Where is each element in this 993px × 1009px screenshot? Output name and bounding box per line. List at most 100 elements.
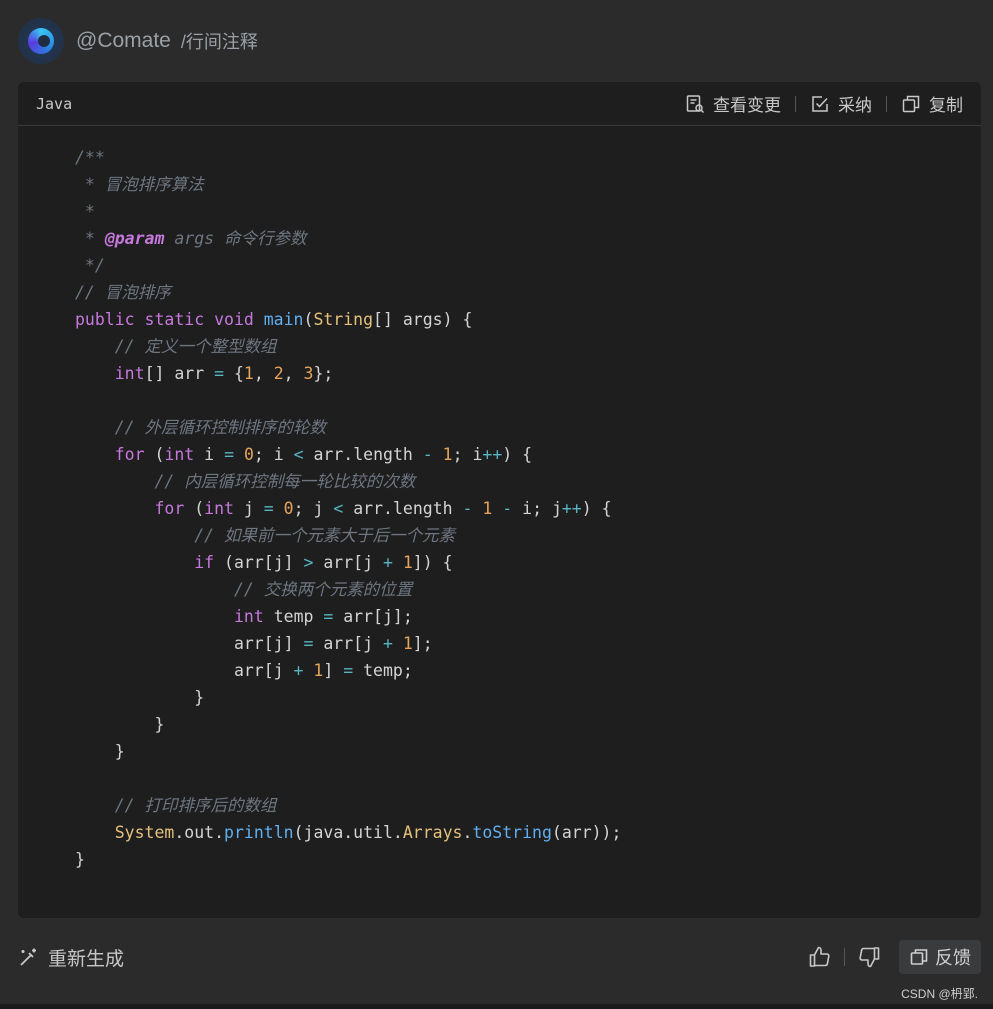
code-line: * @param args 命令行参数 [75,225,621,252]
code-token: @param [104,229,165,248]
code-token: /** [75,148,105,167]
code-token: } [75,850,85,869]
dislike-button[interactable] [857,945,881,969]
code-token: 1 [402,634,413,653]
view-changes-label: 查看变更 [713,96,781,115]
code-token: 3 [303,364,314,383]
code-line: } [75,738,621,765]
code-line: public static void main(String[] args) { [75,306,621,333]
code-token: // 交换两个元素的位置 [75,580,413,599]
code-token: = [224,445,234,464]
copy-button[interactable]: 复制 [901,91,963,116]
code-line: arr[j + 1] = temp; [75,657,621,684]
code-token: ++ [482,445,503,464]
code-token: i; j [512,499,562,518]
code-token: arr[j] [75,634,304,653]
code-token: toString [472,823,552,842]
code-line: // 冒泡排序 [75,279,621,306]
code-token: * 冒泡排序算法 [75,175,204,194]
code-token: public static void [75,310,264,329]
code-token: ( [144,445,165,464]
code-token: (java.util. [293,823,403,842]
accept-button[interactable]: 采纳 [810,91,872,116]
like-button[interactable] [808,945,832,969]
code-token: 1 [442,445,453,464]
code-token: arr[j]; [333,607,413,626]
code-token: = [303,634,314,653]
code-token: - [502,499,513,518]
code-token: = [323,607,334,626]
code-token: 1 [482,499,493,518]
code-token: // 外层循环控制排序的轮数 [75,418,327,437]
code-token: ++ [561,499,582,518]
code-card-header: Java 查看变更 采纳 复制 [18,82,981,126]
code-token: // 打印排序后的数组 [75,796,277,815]
view-changes-button[interactable]: 查看变更 [685,91,781,116]
code-token: }; [313,364,334,383]
code-token: , [253,364,274,383]
code-token: [] arr [144,364,215,383]
code-token: 0 [283,499,294,518]
code-token: 2 [273,364,284,383]
code-token: + [382,634,393,653]
code-token: for [154,499,185,518]
code-token: // 如果前一个元素大于后一个元素 [75,526,456,545]
feedback-button[interactable]: 反馈 [899,940,981,974]
code-token: > [303,553,314,572]
magic-wand-icon [20,948,36,966]
code-token: if [194,553,215,572]
code-token: [] args) { [373,310,473,329]
feedback-actions: 反馈 [808,940,981,974]
code-token: ]; [412,634,433,653]
bottom-bar [0,1004,993,1009]
code-card: Java 查看变更 采纳 复制 /** * 冒泡排序算法 * * @param … [18,82,981,918]
code-line: } [75,684,621,711]
diff-document-icon [686,94,705,113]
code-line: arr[j] = arr[j + 1]; [75,630,621,657]
checkbox-icon [812,95,828,112]
code-token: } [75,688,205,707]
code-line: * [75,198,621,225]
code-line: // 打印排序后的数组 [75,792,621,819]
code-token: { [224,364,244,383]
code-token: (arr[j] [214,553,304,572]
code-token: ) { [502,445,533,464]
code-token: 0 [243,445,254,464]
code-token: int [204,499,234,518]
code-token: 1 [402,553,413,572]
copy-icon [902,95,920,112]
code-token: + [382,553,393,572]
divider [795,95,796,112]
code-token: i [194,445,225,464]
code-token: . [462,823,473,842]
thumbs-up-icon [809,946,830,967]
watermark: CSDN @枬郢. [901,987,978,1001]
code-token: , [283,364,304,383]
code-token: arr.length [343,499,463,518]
code-token: j [233,499,264,518]
code-line: // 内层循环控制每一轮比较的次数 [75,468,621,495]
accept-label: 采纳 [838,96,872,115]
code-token: arr[j [75,661,294,680]
code-line: // 交换两个元素的位置 [75,576,621,603]
command-label: /行间注释 [180,32,258,52]
regenerate-button[interactable]: 重新生成 [18,944,124,971]
response-footer: 重新生成 反馈 [18,940,981,974]
code-token: (arr)); [551,823,622,842]
code-token: // 冒泡排序 [75,283,171,302]
code-language: Java [36,94,73,113]
code-line: // 如果前一个元素大于后一个元素 [75,522,621,549]
code-token: args 命令行参数 [164,229,307,248]
code-token: ] [323,661,344,680]
code-line: */ [75,252,621,279]
code-token: = [263,499,274,518]
